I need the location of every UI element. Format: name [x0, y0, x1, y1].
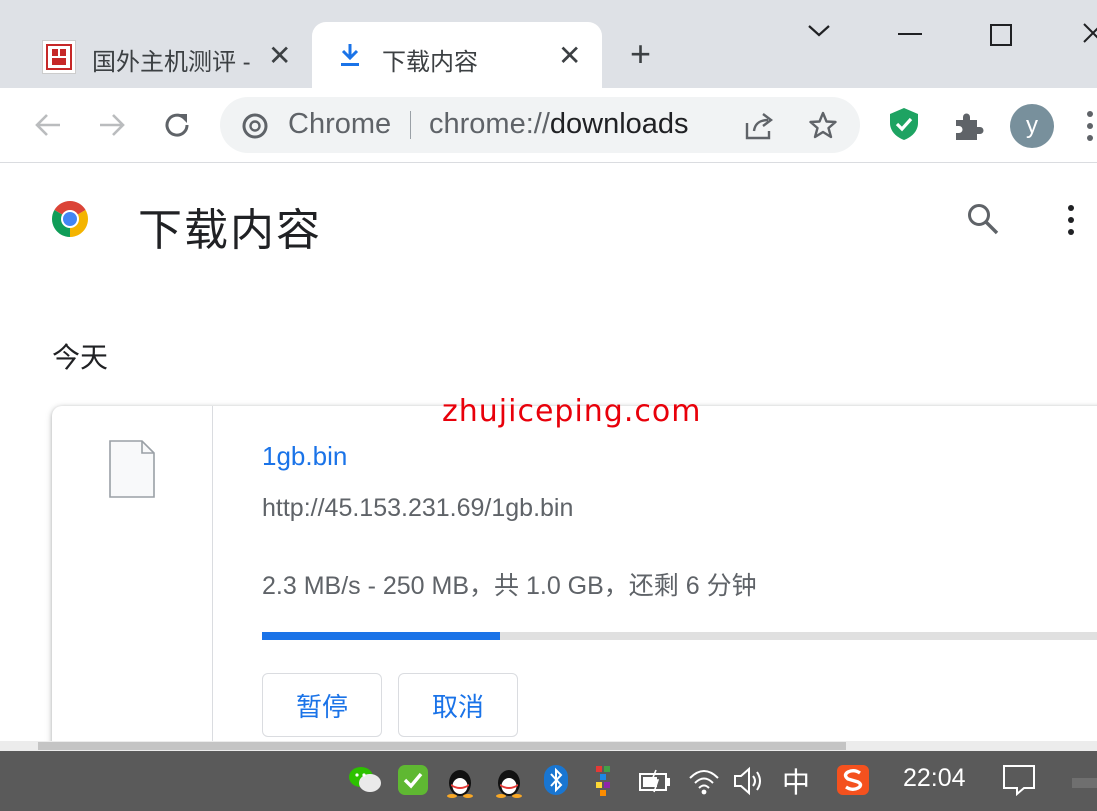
star-icon[interactable]: [808, 110, 838, 140]
ime-indicator[interactable]: 中: [782, 761, 810, 801]
watermark-text: zhujiceping.com: [442, 394, 702, 429]
download-icon: [338, 42, 362, 68]
file-name-link[interactable]: 1gb.bin: [262, 441, 347, 472]
url-host: downloads: [549, 108, 689, 140]
qq-icon[interactable]: [495, 764, 523, 798]
search-icon[interactable]: [966, 202, 1000, 236]
color-squares-icon[interactable]: [596, 766, 614, 796]
back-arrow-icon[interactable]: [32, 110, 64, 140]
reload-icon[interactable]: [160, 108, 194, 142]
site-favicon-icon: [42, 40, 76, 74]
volume-icon[interactable]: [732, 766, 766, 796]
more-vert-icon[interactable]: [1067, 204, 1075, 236]
close-window-button[interactable]: [1080, 20, 1097, 46]
file-source-url[interactable]: http://45.153.231.69/1gb.bin: [262, 494, 573, 523]
progress-bar: [262, 632, 1097, 640]
url-scheme: chrome://: [429, 108, 550, 140]
forward-arrow-icon[interactable]: [96, 110, 128, 140]
menu-more-vert-icon[interactable]: [1086, 110, 1094, 142]
wifi-icon[interactable]: [688, 766, 720, 796]
wechat-icon[interactable]: [348, 765, 382, 795]
tab-close-icon[interactable]: ✕: [558, 42, 581, 70]
section-date-label: 今天: [52, 341, 109, 374]
chrome-logo-icon: [47, 196, 93, 242]
file-icon: [108, 439, 156, 499]
tab-close-icon[interactable]: ✕: [268, 42, 291, 70]
cancel-button[interactable]: 取消: [398, 673, 518, 737]
tab-zhujiceping[interactable]: 国外主机测评 - ✕: [28, 22, 308, 88]
pause-button[interactable]: 暂停: [262, 673, 382, 737]
scrollbar-thumb[interactable]: [38, 742, 846, 750]
tab-title: 下载内容: [382, 49, 478, 76]
page-title: 下载内容: [138, 205, 322, 256]
card-divider: [212, 406, 213, 766]
tab-title: 国外主机测评 -: [92, 49, 251, 76]
progress-bar-fill: [262, 632, 500, 640]
shield-check-icon[interactable]: [886, 106, 922, 142]
tab-search-icon[interactable]: [806, 22, 832, 40]
battery-icon[interactable]: [638, 768, 672, 794]
share-icon[interactable]: [744, 111, 776, 141]
new-tab-button[interactable]: +: [630, 36, 651, 72]
tab-downloads[interactable]: 下载内容 ✕: [312, 22, 602, 88]
url-text: chrome://downloads: [429, 108, 689, 141]
maximize-button[interactable]: [990, 24, 1012, 46]
bluetooth-icon[interactable]: [543, 764, 569, 796]
minimize-button[interactable]: [898, 33, 922, 35]
omnibox[interactable]: Chrome chrome://downloads: [220, 97, 860, 153]
qq-icon[interactable]: [446, 764, 474, 798]
extensions-puzzle-icon[interactable]: [952, 110, 984, 142]
sogou-icon[interactable]: [836, 764, 870, 796]
avatar[interactable]: y: [1010, 104, 1054, 148]
site-label: Chrome: [288, 108, 392, 140]
chrome-logo-icon: [242, 113, 268, 139]
taskbar-clock[interactable]: 22:04: [903, 764, 966, 793]
security-check-icon[interactable]: [397, 764, 429, 796]
omnibox-divider: [410, 111, 411, 139]
download-status: 2.3 MB/s - 250 MB，共 1.0 GB，还剩 6 分钟: [262, 572, 757, 600]
show-desktop-button[interactable]: [1072, 778, 1097, 788]
notification-icon[interactable]: [1002, 764, 1036, 796]
